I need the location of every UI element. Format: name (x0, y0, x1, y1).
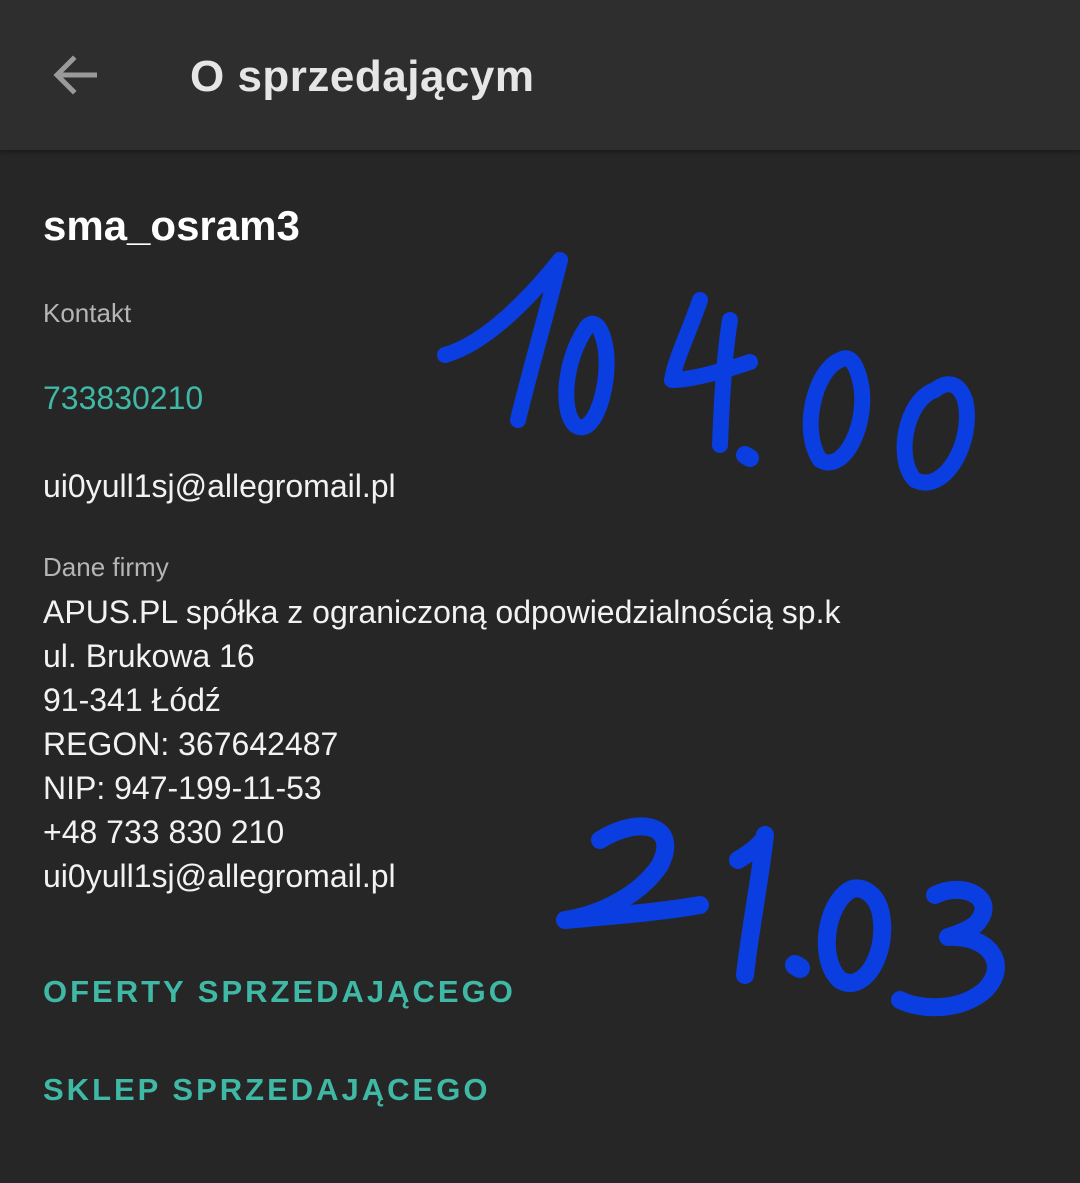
company-name: APUS.PL spółka z ograniczoną odpowiedzia… (43, 594, 841, 630)
handwritten-note-top (437, 252, 975, 491)
seller-offers-button[interactable]: OFERTY SPRZEDAJĄCEGO (43, 974, 516, 1010)
seller-name: sma_osram3 (43, 202, 300, 249)
arrow-left-icon (53, 55, 97, 95)
company-label: Dane firmy (43, 552, 169, 582)
contact-label: Kontakt (43, 298, 132, 328)
contact-email[interactable]: ui0yull1sj@allegromail.pl (43, 468, 396, 505)
company-street: ul. Brukowa 16 (43, 638, 255, 674)
back-button[interactable] (38, 38, 112, 112)
phone-link[interactable]: 733830210 (43, 380, 203, 417)
app-bar: O sprzedającym (0, 0, 1080, 150)
company-phone: +48 733 830 210 (43, 814, 285, 850)
company-city: 91-341 Łódź (43, 682, 221, 718)
company-nip: NIP: 947-199-11-53 (43, 770, 322, 806)
company-details: APUS.PL spółka z ograniczoną odpowiedzia… (43, 590, 840, 898)
company-email: ui0yull1sj@allegromail.pl (43, 858, 396, 894)
seller-shop-button[interactable]: SKLEP SPRZEDAJĄCEGO (43, 1072, 490, 1108)
company-regon: REGON: 367642487 (43, 726, 339, 762)
page-title: O sprzedającym (190, 52, 535, 101)
